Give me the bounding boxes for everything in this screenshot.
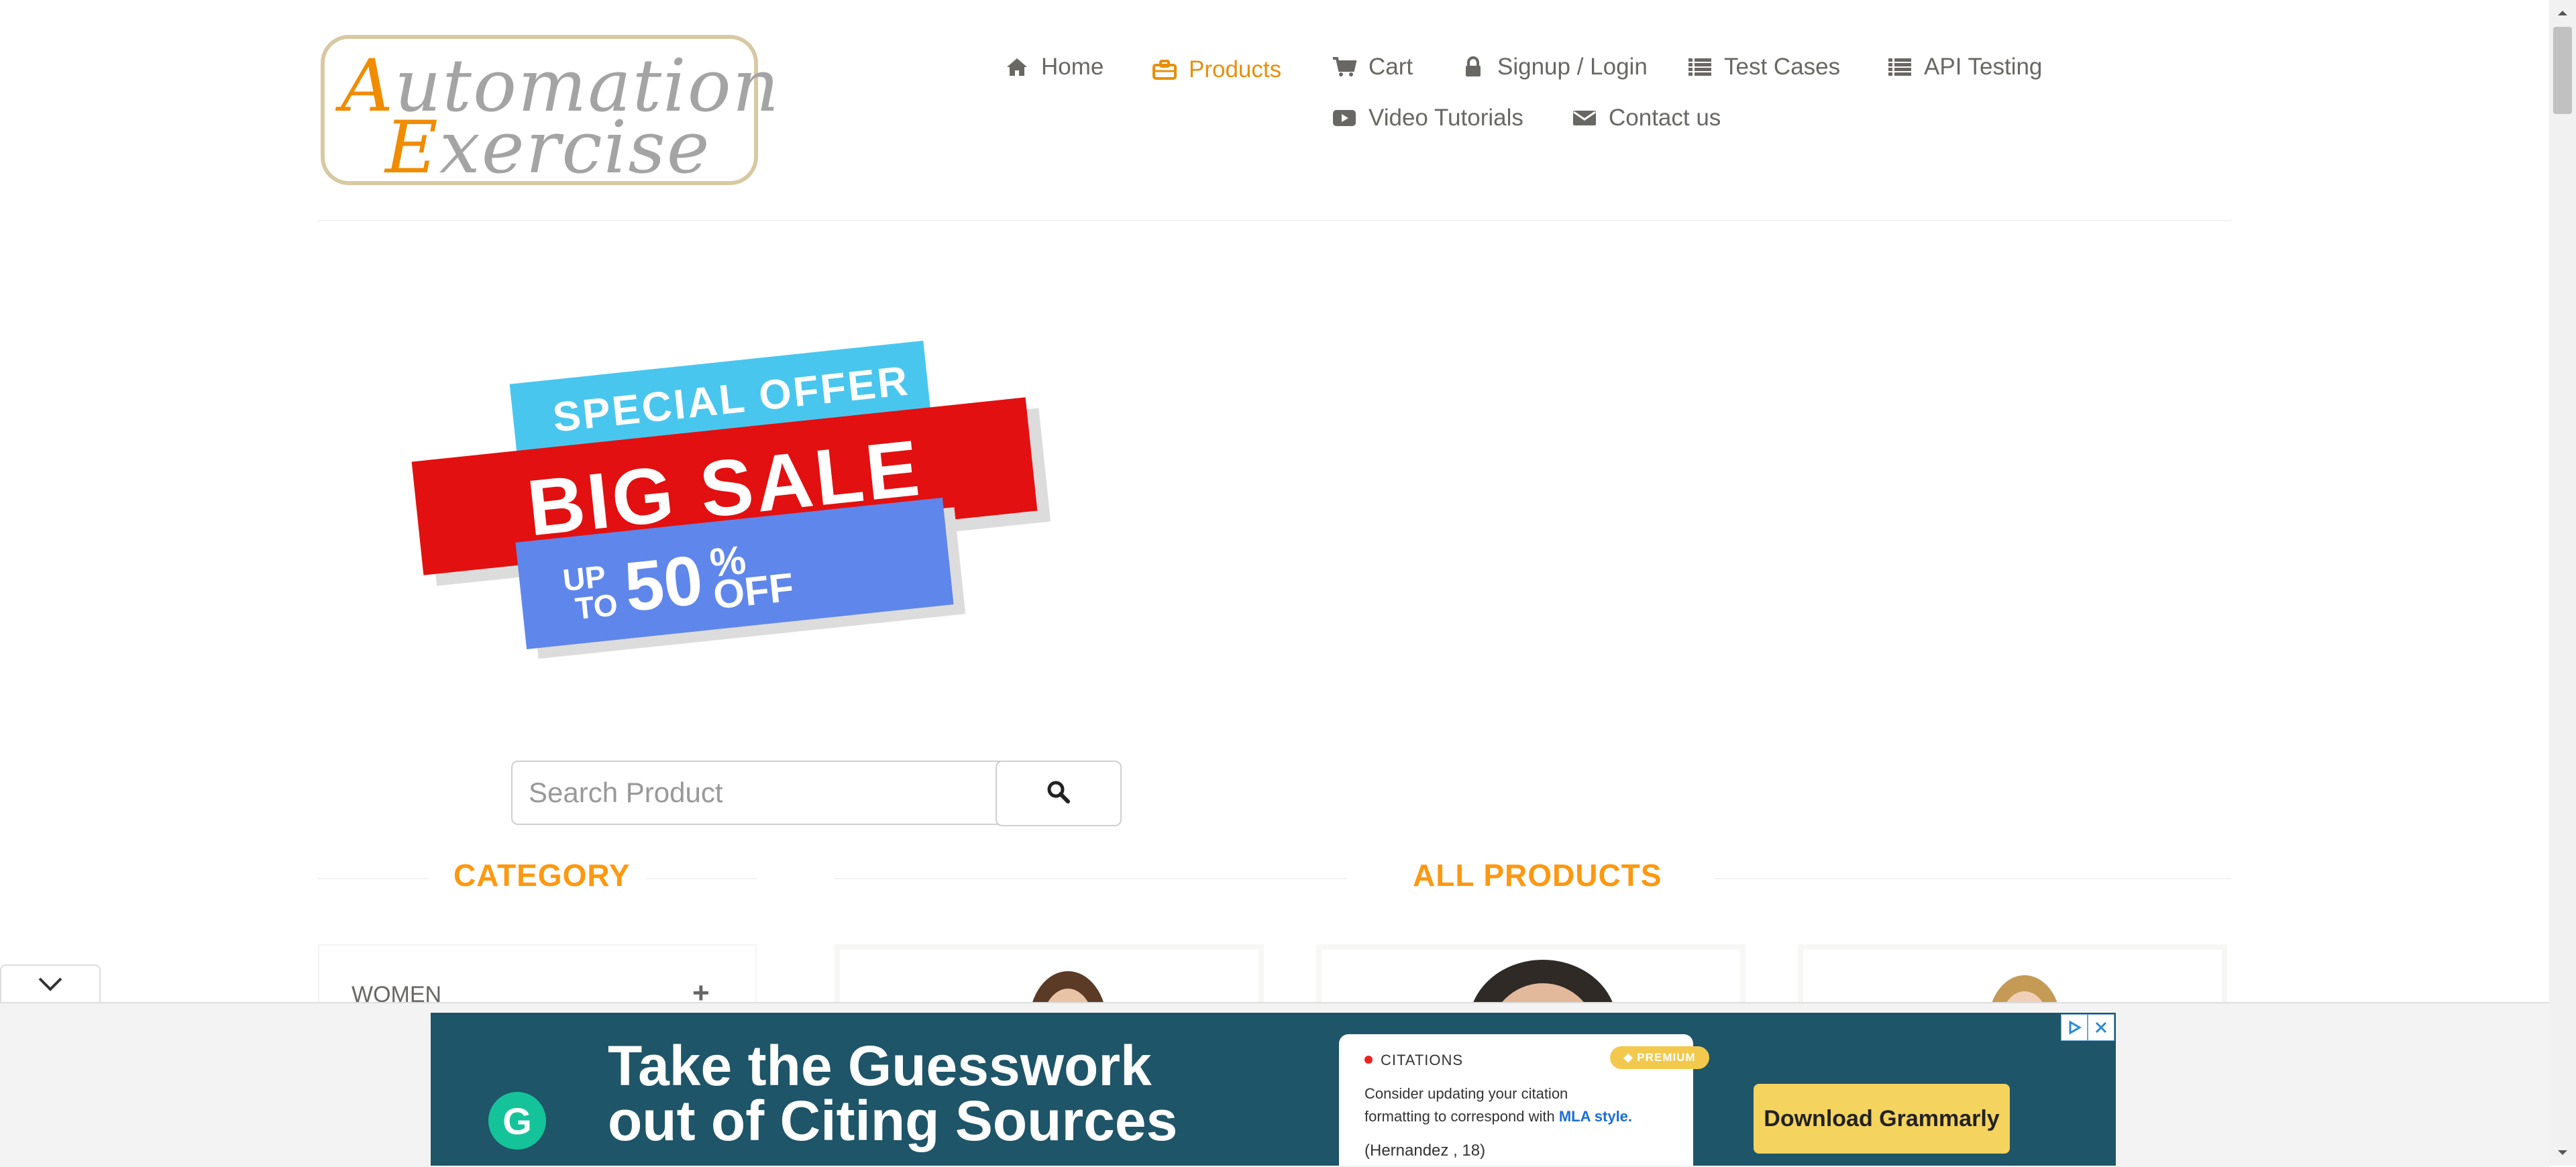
- grammarly-logo-icon: G: [488, 1092, 546, 1150]
- nav-home-label: Home: [1041, 54, 1104, 80]
- scrollbar-thumb[interactable]: [2553, 27, 2572, 114]
- banner-percent-off: % OFF: [707, 537, 796, 618]
- banner-up-to: UP TO: [561, 558, 620, 626]
- envelope-icon: [1571, 105, 1598, 131]
- nav-video-tutorials-label: Video Tutorials: [1368, 105, 1523, 131]
- nav-api-testing[interactable]: API Testing: [1886, 47, 2042, 87]
- nav-test-cases[interactable]: Test Cases: [1686, 47, 1840, 87]
- scroll-down-arrow-icon[interactable]: [2553, 1143, 2572, 1163]
- site-logo[interactable]: Automation Exercise: [321, 35, 779, 190]
- products-title-line-left: [835, 878, 1347, 879]
- search-product-input[interactable]: [511, 761, 1001, 825]
- ad-card-text: Consider updating your citation formatti…: [1364, 1085, 1633, 1125]
- lock-icon: [1460, 54, 1487, 80]
- search-button[interactable]: [996, 761, 1122, 826]
- category-title-line-right: [647, 878, 757, 879]
- ad-card-label: CITATIONS: [1381, 1052, 1464, 1068]
- nav-home[interactable]: Home: [1004, 47, 1104, 87]
- header-divider: [318, 220, 2231, 221]
- all-products-title: ALL PRODUCTS: [1413, 858, 1662, 893]
- play-icon: [1331, 105, 1358, 131]
- grammarly-ad[interactable]: G Take the Guesswork out of Citing Sourc…: [431, 1013, 2116, 1166]
- red-dot-icon: [1364, 1056, 1373, 1064]
- scroll-up-arrow-icon[interactable]: [2553, 3, 2572, 23]
- ad-citation-card: CITATIONS ◆ PREMIUM Consider updating yo…: [1339, 1034, 1709, 1166]
- nav-test-cases-label: Test Cases: [1724, 54, 1841, 80]
- chevron-down-icon: [37, 976, 64, 995]
- nav-products-label: Products: [1189, 56, 1282, 82]
- vertical-scrollbar[interactable]: [2549, 0, 2576, 1166]
- collapse-ad-tab[interactable]: [0, 964, 101, 1005]
- banner-percent-value: 50: [621, 541, 707, 627]
- search-icon: [1046, 780, 1071, 808]
- diamond-icon: ◆: [1623, 1051, 1638, 1064]
- logo-line-2: Exercise: [385, 106, 711, 190]
- sale-banner: SPECIAL OFFER BIG SALE UP TO 50 % OFF: [402, 340, 1073, 657]
- ad-close-icon[interactable]: [2088, 1014, 2114, 1041]
- nav-contact-us[interactable]: Contact us: [1571, 98, 1721, 138]
- briefcase-icon: [1151, 56, 1178, 83]
- list-icon: [1686, 54, 1713, 80]
- nav-cart-label: Cart: [1368, 54, 1413, 80]
- category-title: CATEGORY: [453, 858, 631, 893]
- ad-info-icon[interactable]: [2061, 1014, 2088, 1041]
- nav-video-tutorials[interactable]: Video Tutorials: [1331, 98, 1523, 138]
- ad-premium-badge: ◆ PREMIUM: [1610, 1046, 1709, 1069]
- nav-signup-login[interactable]: Signup / Login: [1460, 47, 1648, 87]
- nav-api-testing-label: API Testing: [1924, 54, 2043, 80]
- ad-card-example: (Hernandez , 18): [1364, 1142, 1486, 1160]
- category-title-line-left: [318, 878, 428, 879]
- nav-signup-login-label: Signup / Login: [1497, 54, 1648, 80]
- home-icon: [1004, 54, 1030, 80]
- nav-cart[interactable]: Cart: [1331, 47, 1413, 87]
- ad-headline: Take the Guesswork out of Citing Sources: [608, 1034, 1178, 1152]
- nav-products[interactable]: Products: [1151, 50, 1281, 90]
- cart-icon: [1331, 54, 1358, 80]
- nav-contact-us-label: Contact us: [1609, 105, 1721, 131]
- download-grammarly-button[interactable]: Download Grammarly: [1754, 1084, 2010, 1154]
- list-icon: [1886, 54, 1913, 80]
- products-title-line-right: [1715, 878, 2231, 879]
